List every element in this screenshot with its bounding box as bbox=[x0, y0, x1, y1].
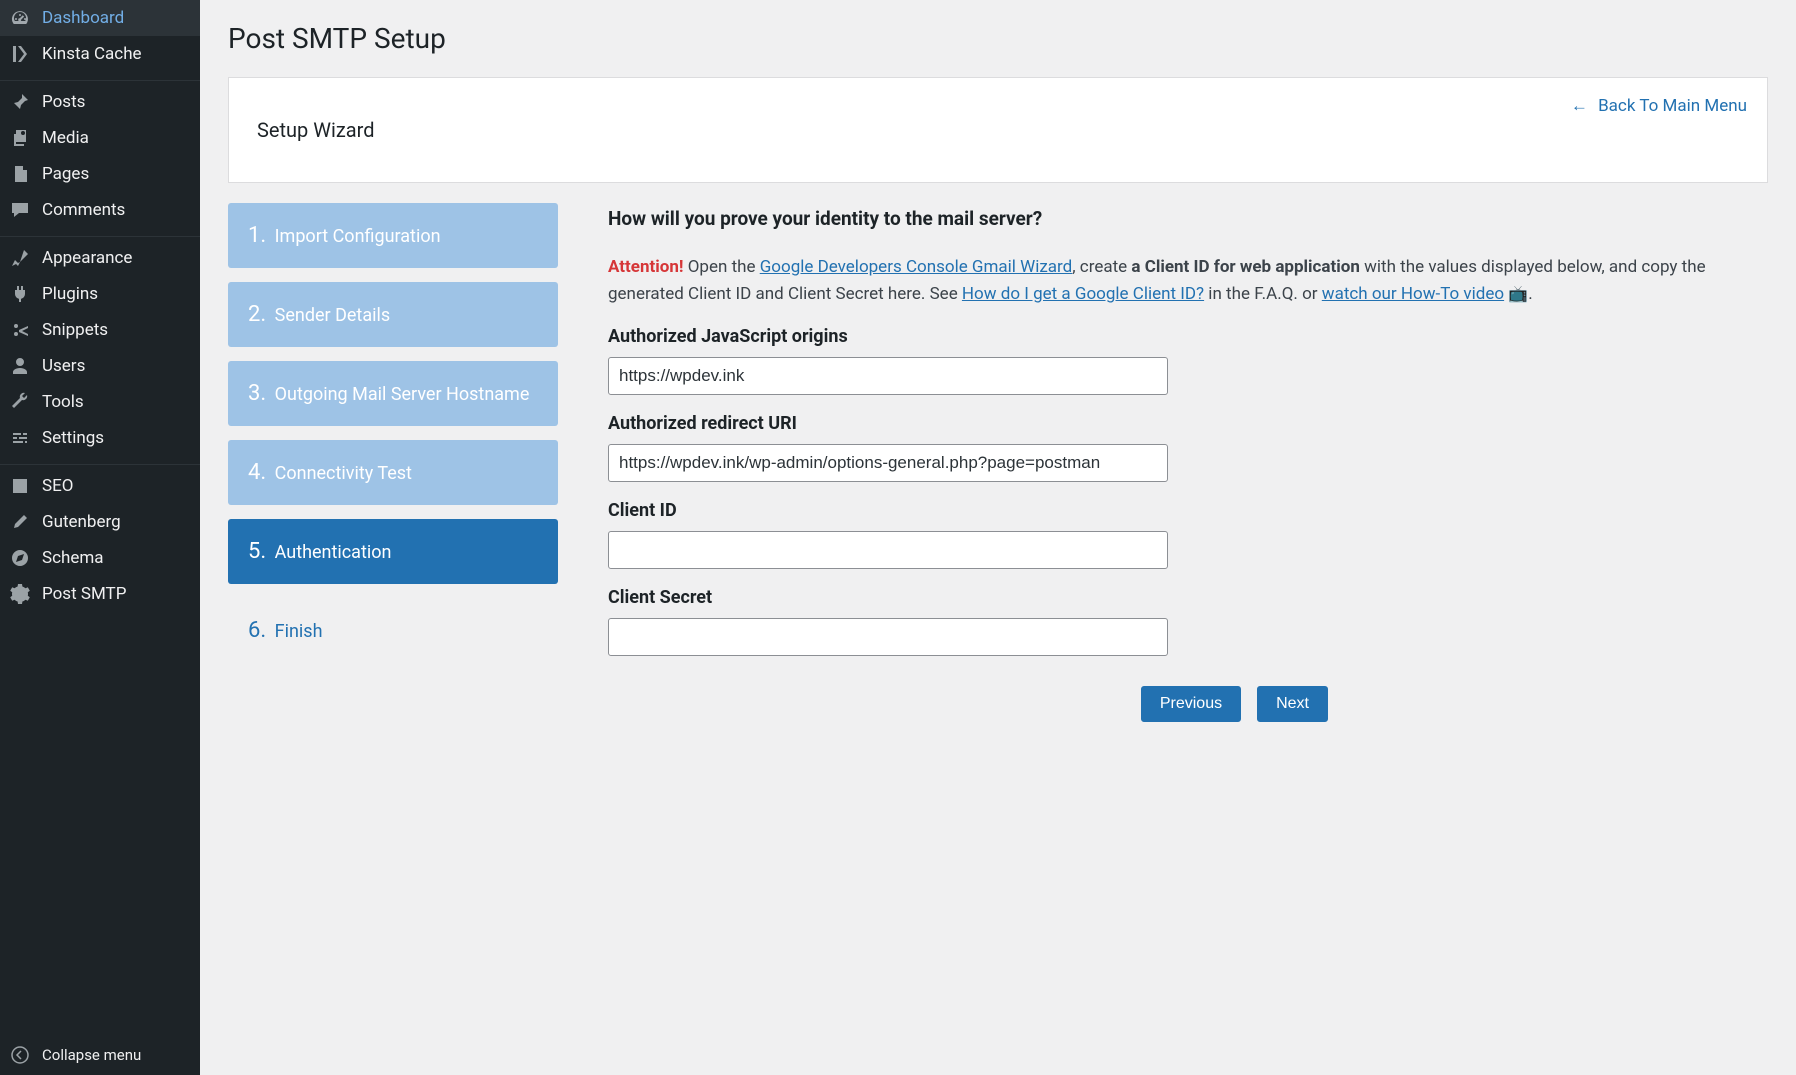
back-link-label: Back To Main Menu bbox=[1598, 96, 1747, 116]
wizard-content: How will you prove your identity to the … bbox=[608, 203, 1768, 722]
sidebar-item-media[interactable]: Media bbox=[0, 120, 200, 156]
sidebar-item-label: Plugins bbox=[42, 284, 98, 304]
attention-label: Attention! bbox=[608, 257, 683, 277]
client-secret-input[interactable] bbox=[608, 618, 1168, 656]
sidebar-item-label: Posts bbox=[42, 92, 85, 112]
wizard-step-sender[interactable]: 2. Sender Details bbox=[228, 282, 558, 347]
next-button[interactable]: Next bbox=[1257, 686, 1328, 722]
js-origins-input[interactable] bbox=[608, 357, 1168, 395]
bold-client-id: a Client ID for web application bbox=[1131, 257, 1360, 277]
sidebar-item-schema[interactable]: Schema bbox=[0, 540, 200, 576]
wrench-icon bbox=[10, 392, 30, 412]
wizard-step-import[interactable]: 1. Import Configuration bbox=[228, 203, 558, 268]
wizard-header-panel: ← Back To Main Menu Setup Wizard bbox=[228, 77, 1768, 183]
compass-icon bbox=[10, 548, 30, 568]
wizard-step-label: Import Configuration bbox=[275, 226, 441, 247]
howto-video-link[interactable]: watch our How-To video bbox=[1322, 284, 1504, 304]
menu-separator bbox=[0, 75, 200, 81]
sidebar-item-label: Settings bbox=[42, 428, 104, 448]
collapse-menu-button[interactable]: Collapse menu bbox=[0, 1035, 200, 1075]
wizard-step-connectivity[interactable]: 4. Connectivity Test bbox=[228, 440, 558, 505]
panel-subtitle: Setup Wizard bbox=[257, 118, 1739, 142]
sidebar-item-comments[interactable]: Comments bbox=[0, 192, 200, 228]
client-id-label: Client ID bbox=[608, 500, 1768, 521]
sliders-icon bbox=[10, 428, 30, 448]
sidebar-item-kinsta-cache[interactable]: Kinsta Cache bbox=[0, 36, 200, 72]
previous-button[interactable]: Previous bbox=[1141, 686, 1241, 722]
sidebar-item-settings[interactable]: Settings bbox=[0, 420, 200, 456]
auth-instructions: Attention! Open the Google Developers Co… bbox=[608, 254, 1768, 308]
sidebar-item-pages[interactable]: Pages bbox=[0, 156, 200, 192]
wizard-step-finish[interactable]: 6. Finish bbox=[228, 598, 558, 663]
arrow-left-icon: ← bbox=[1571, 96, 1588, 116]
wizard-step-authentication[interactable]: 5. Authentication bbox=[228, 519, 558, 584]
google-wizard-link[interactable]: Google Developers Console Gmail Wizard bbox=[760, 257, 1073, 277]
wizard-steps-list: 1. Import Configuration 2. Sender Detail… bbox=[228, 203, 558, 722]
sidebar-item-seo[interactable]: SEO bbox=[0, 468, 200, 504]
annotation-arrow-icon bbox=[1788, 518, 1796, 578]
seo-icon bbox=[10, 476, 30, 496]
sidebar-item-label: SEO bbox=[42, 476, 73, 496]
sidebar-item-tools[interactable]: Tools bbox=[0, 384, 200, 420]
sidebar-item-posts[interactable]: Posts bbox=[0, 84, 200, 120]
sidebar-item-label: Comments bbox=[42, 200, 125, 220]
plug-icon bbox=[10, 284, 30, 304]
back-to-main-menu-link[interactable]: ← Back To Main Menu bbox=[1571, 96, 1747, 116]
pin-icon bbox=[10, 92, 30, 112]
page-title: Post SMTP Setup bbox=[228, 22, 1768, 55]
sidebar-item-label: Gutenberg bbox=[42, 512, 121, 532]
sidebar-item-label: Tools bbox=[42, 392, 84, 412]
gear-icon bbox=[10, 584, 30, 604]
comment-icon bbox=[10, 200, 30, 220]
faq-link[interactable]: How do I get a Google Client ID? bbox=[962, 284, 1204, 304]
main-content: Post SMTP Setup ← Back To Main Menu Setu… bbox=[200, 0, 1796, 1075]
redirect-uri-input[interactable] bbox=[608, 444, 1168, 482]
sidebar-item-post-smtp[interactable]: Post SMTP bbox=[0, 576, 200, 612]
page-icon bbox=[10, 164, 30, 184]
tv-icon: 📺 bbox=[1508, 284, 1528, 303]
sidebar-item-label: Kinsta Cache bbox=[42, 44, 142, 64]
annotation-arrow-icon bbox=[1788, 605, 1796, 665]
menu-separator bbox=[0, 459, 200, 465]
sidebar-item-gutenberg[interactable]: Gutenberg bbox=[0, 504, 200, 540]
client-secret-label: Client Secret bbox=[608, 587, 1768, 608]
sidebar-item-dashboard[interactable]: Dashboard bbox=[0, 0, 200, 36]
pencil-icon bbox=[10, 512, 30, 532]
wizard-step-label: Finish bbox=[275, 621, 323, 642]
sidebar-item-label: Schema bbox=[42, 548, 104, 568]
sidebar-item-label: Dashboard bbox=[42, 8, 124, 28]
sidebar-item-label: Post SMTP bbox=[42, 584, 126, 604]
user-icon bbox=[10, 356, 30, 376]
wizard-step-label: Connectivity Test bbox=[275, 463, 412, 484]
sidebar-item-label: Appearance bbox=[42, 248, 132, 268]
dashboard-icon bbox=[10, 8, 30, 28]
sidebar-item-snippets[interactable]: Snippets bbox=[0, 312, 200, 348]
sidebar-item-label: Pages bbox=[42, 164, 89, 184]
sidebar-item-appearance[interactable]: Appearance bbox=[0, 240, 200, 276]
redirect-uri-label: Authorized redirect URI bbox=[608, 413, 1768, 434]
wizard-step-label: Sender Details bbox=[275, 305, 391, 326]
collapse-label: Collapse menu bbox=[42, 1046, 141, 1064]
admin-sidebar: Dashboard Kinsta Cache Posts Media Pa bbox=[0, 0, 200, 1075]
js-origins-label: Authorized JavaScript origins bbox=[608, 326, 1768, 347]
sidebar-item-label: Users bbox=[42, 356, 85, 376]
scissors-icon bbox=[10, 320, 30, 340]
wizard-step-outgoing[interactable]: 3. Outgoing Mail Server Hostname bbox=[228, 361, 558, 426]
sidebar-item-users[interactable]: Users bbox=[0, 348, 200, 384]
sidebar-item-plugins[interactable]: Plugins bbox=[0, 276, 200, 312]
collapse-icon bbox=[10, 1045, 30, 1065]
kinsta-icon bbox=[10, 44, 30, 64]
client-id-input[interactable] bbox=[608, 531, 1168, 569]
brush-icon bbox=[10, 248, 30, 268]
media-icon bbox=[10, 128, 30, 148]
wizard-step-label: Authentication bbox=[275, 542, 392, 563]
sidebar-item-label: Media bbox=[42, 128, 89, 148]
sidebar-item-label: Snippets bbox=[42, 320, 108, 340]
menu-separator bbox=[0, 231, 200, 237]
wizard-step-label: Outgoing Mail Server Hostname bbox=[275, 384, 530, 405]
auth-heading: How will you prove your identity to the … bbox=[608, 207, 1768, 230]
